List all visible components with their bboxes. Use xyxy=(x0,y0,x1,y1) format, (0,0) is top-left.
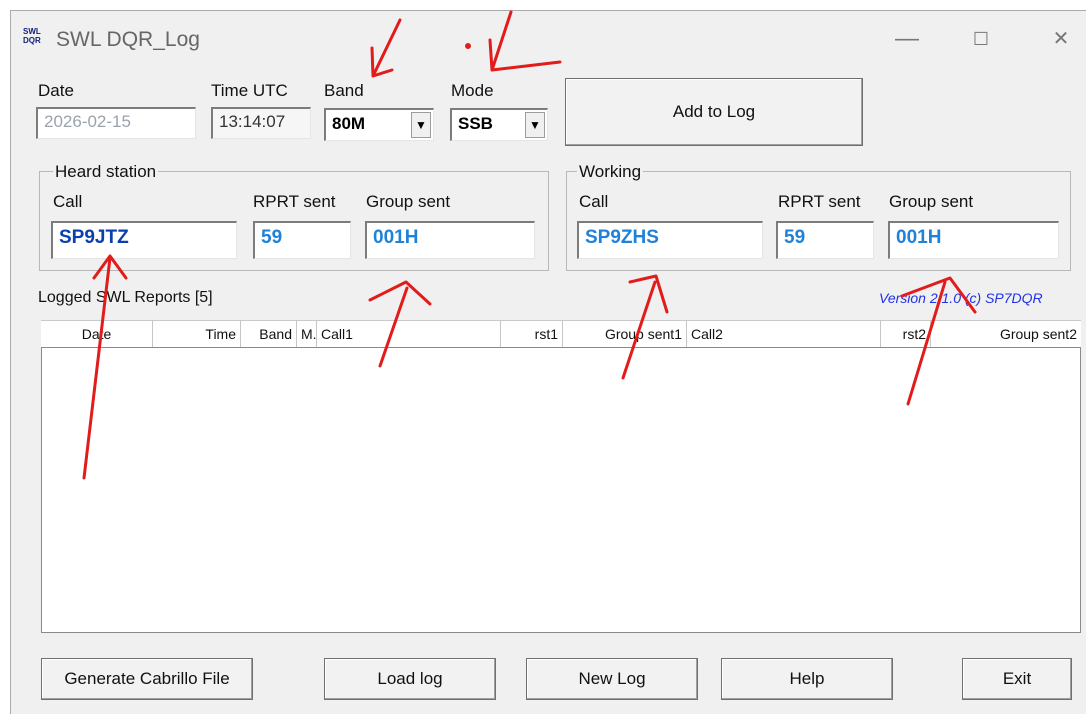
time-field[interactable]: 13:14:07 xyxy=(211,107,311,139)
heard-call-input[interactable]: SP9JTZ xyxy=(51,221,237,259)
col-call1[interactable]: Call1 xyxy=(317,321,501,347)
heard-group-label: Group sent xyxy=(366,192,451,211)
col-rst1[interactable]: rst1 xyxy=(501,321,563,347)
load-log-button[interactable]: Load log xyxy=(324,658,496,700)
heard-group-input[interactable]: 001H xyxy=(365,221,535,259)
heard-rprt-label: RPRT sent xyxy=(253,192,336,211)
maximize-button[interactable]: ☐ xyxy=(961,21,1001,57)
close-button[interactable]: ✕ xyxy=(1041,21,1081,57)
band-value: 80M xyxy=(332,114,366,133)
time-label: Time UTC xyxy=(211,81,288,100)
working-call-label: Call xyxy=(579,192,609,211)
working-rprt-input[interactable]: 59 xyxy=(776,221,874,259)
version-label: Version 2.1.0 (c) SP7DQR xyxy=(879,290,1043,306)
app-window: SWL DQR SWL DQR_Log — ☐ ✕ Date 2026-02-1… xyxy=(10,10,1086,714)
working-call-input[interactable]: SP9ZHS xyxy=(577,221,763,259)
log-header-row: Date Time Band M. Call1 rst1 Group sent1… xyxy=(41,320,1081,350)
col-group-sent1[interactable]: Group sent1 xyxy=(563,321,687,347)
heard-rprt-input[interactable]: 59 xyxy=(253,221,351,259)
working-group-input[interactable]: 001H xyxy=(888,221,1059,259)
col-mode[interactable]: M. xyxy=(297,321,317,347)
app-logo-icon: SWL DQR xyxy=(23,27,41,45)
mode-value: SSB xyxy=(458,114,493,133)
add-to-log-button[interactable]: Add to Log xyxy=(565,78,863,146)
generate-cabrillo-button[interactable]: Generate Cabrillo File xyxy=(41,658,253,700)
col-call2[interactable]: Call2 xyxy=(687,321,881,347)
col-group-sent2[interactable]: Group sent2 xyxy=(931,321,1081,347)
log-title: Logged SWL Reports [5] xyxy=(38,289,213,306)
col-rst2[interactable]: rst2 xyxy=(881,321,931,347)
mode-label: Mode xyxy=(451,81,494,100)
date-label: Date xyxy=(38,81,74,100)
minimize-button[interactable]: — xyxy=(887,21,927,57)
col-time[interactable]: Time xyxy=(153,321,241,347)
date-field[interactable]: 2026-02-15 xyxy=(36,107,196,139)
band-label: Band xyxy=(324,81,364,100)
working-rprt-label: RPRT sent xyxy=(778,192,861,211)
working-group-label: Group sent xyxy=(889,192,974,211)
working-station-title: Working xyxy=(577,162,644,182)
mode-select[interactable]: SSB ▼ xyxy=(450,108,548,141)
col-band[interactable]: Band xyxy=(241,321,297,347)
col-date[interactable]: Date xyxy=(41,321,153,347)
heard-call-label: Call xyxy=(53,192,83,211)
heard-station-title: Heard station xyxy=(53,162,159,182)
window-title: SWL DQR_Log xyxy=(56,28,200,51)
exit-button[interactable]: Exit xyxy=(962,658,1072,700)
dropdown-arrow-icon[interactable]: ▼ xyxy=(525,112,545,138)
help-button[interactable]: Help xyxy=(721,658,893,700)
log-list[interactable] xyxy=(41,347,1081,633)
dropdown-arrow-icon[interactable]: ▼ xyxy=(411,112,431,138)
title-bar[interactable]: SWL DQR SWL DQR_Log — ☐ ✕ xyxy=(11,11,1086,67)
new-log-button[interactable]: New Log xyxy=(526,658,698,700)
band-select[interactable]: 80M ▼ xyxy=(324,108,434,141)
